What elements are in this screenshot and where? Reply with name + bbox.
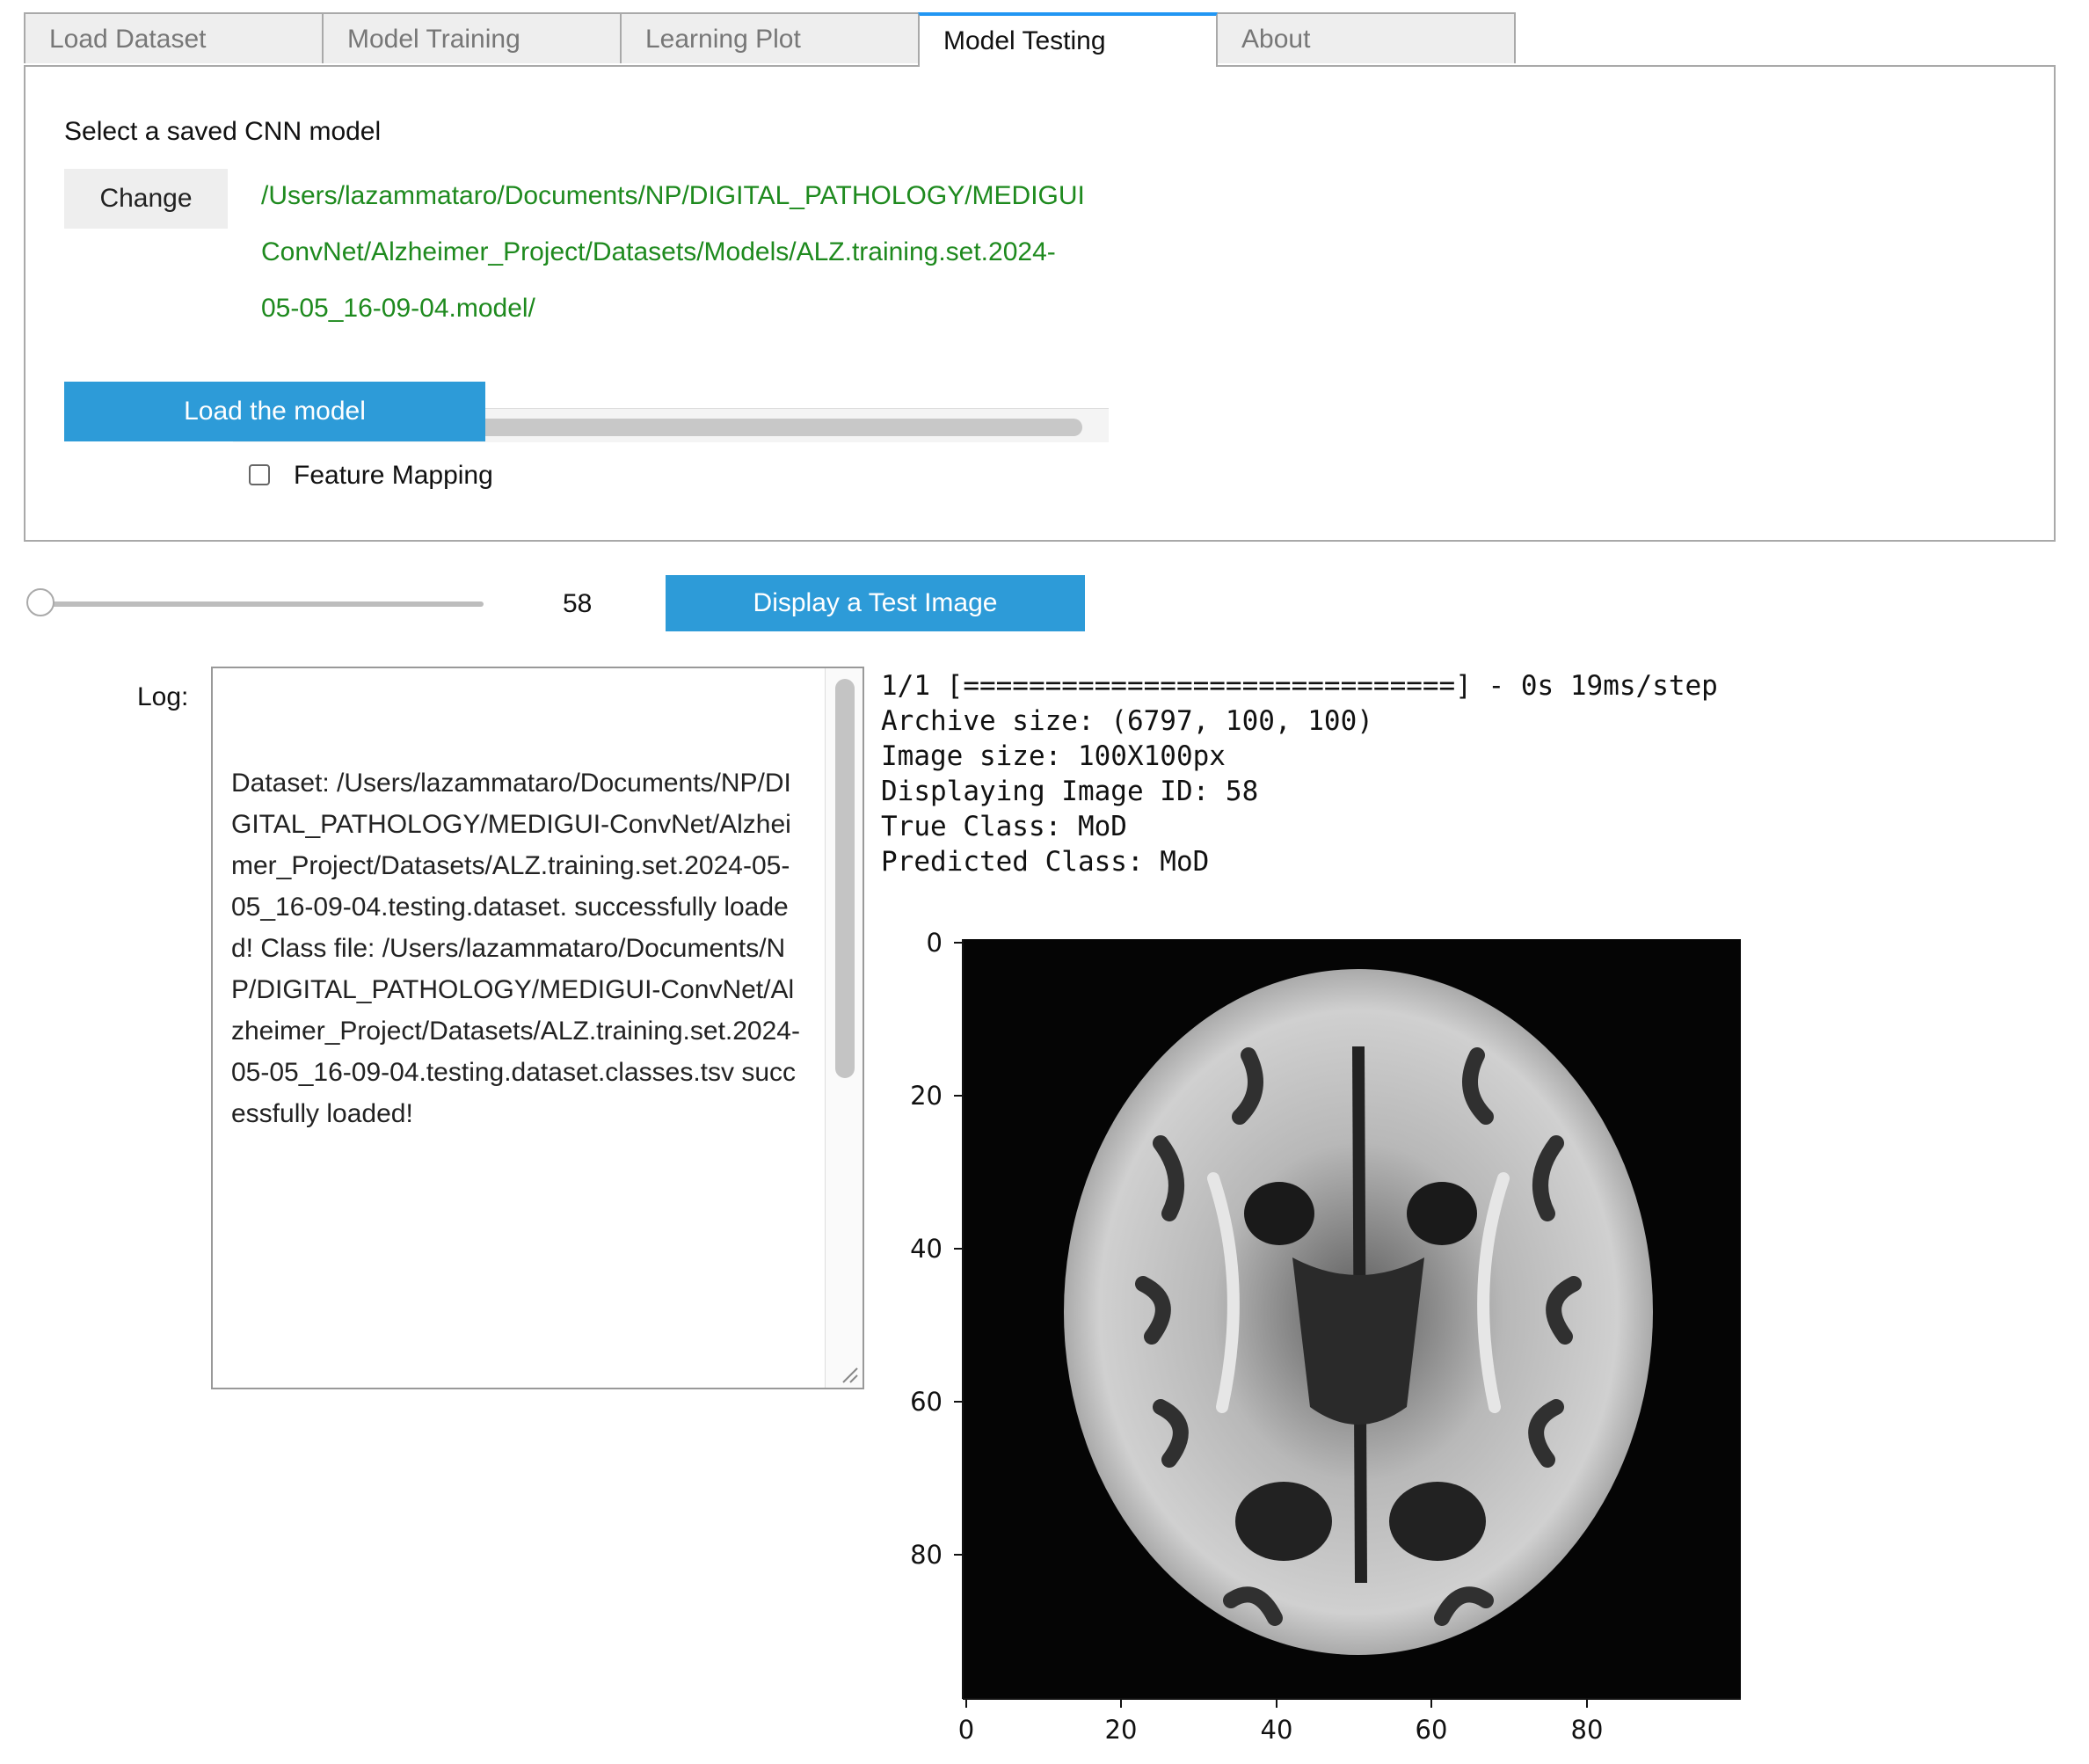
log-text: Dataset: /Users/lazammataro/Documents/NP… bbox=[231, 769, 800, 1128]
select-model-label: Select a saved CNN model bbox=[64, 117, 382, 146]
x-tick-label: 20 bbox=[1105, 1715, 1138, 1745]
y-axis: 0 20 40 60 80 bbox=[910, 928, 963, 1570]
change-button[interactable]: Change bbox=[64, 169, 228, 229]
tab-model-training[interactable]: Model Training bbox=[322, 12, 622, 63]
slider-value: 58 bbox=[563, 589, 593, 618]
x-axis: 0 20 40 60 80 bbox=[958, 1699, 1604, 1745]
y-tick-label: 60 bbox=[910, 1387, 943, 1417]
output-line-image-size: Image size: 100X100px bbox=[881, 740, 1226, 772]
x-tick-label: 40 bbox=[1261, 1715, 1293, 1745]
x-tick-label: 80 bbox=[1571, 1715, 1604, 1745]
model-path-line-1: /Users/lazammataro/Documents/NP/DIGITAL_… bbox=[261, 181, 1085, 210]
output-line-image-id: Displaying Image ID: 58 bbox=[881, 776, 1259, 807]
y-tick-label: 0 bbox=[927, 928, 943, 958]
model-path-line-3: 05-05_16-09-04.model/ bbox=[261, 294, 535, 323]
tab-about[interactable]: About bbox=[1216, 12, 1516, 63]
model-testing-panel: Select a saved CNN model Change /Users/l… bbox=[24, 65, 2056, 542]
log-vertical-scrollbar[interactable] bbox=[825, 668, 863, 1388]
model-path-line-2: ConvNet/Alzheimer_Project/Datasets/Model… bbox=[261, 237, 1056, 266]
log-textarea[interactable]: Dataset: /Users/lazammataro/Documents/NP… bbox=[211, 667, 864, 1389]
feature-mapping-label: Feature Mapping bbox=[294, 461, 493, 490]
feature-mapping-checkbox[interactable] bbox=[249, 464, 270, 485]
load-model-button[interactable]: Load the model bbox=[64, 382, 485, 441]
output-line-predicted-class: Predicted Class: MoD bbox=[881, 846, 1210, 878]
y-tick-label: 20 bbox=[910, 1081, 943, 1111]
output-line-archive-size: Archive size: (6797, 100, 100) bbox=[881, 705, 1373, 737]
resize-grip-icon[interactable] bbox=[840, 1365, 859, 1384]
y-tick-label: 80 bbox=[910, 1540, 943, 1570]
image-id-slider-handle[interactable] bbox=[26, 588, 55, 616]
tab-load-dataset[interactable]: Load Dataset bbox=[24, 12, 324, 63]
x-tick-label: 60 bbox=[1416, 1715, 1448, 1745]
x-tick-label: 0 bbox=[958, 1715, 974, 1745]
tab-bar: Load Dataset Model Training Learning Plo… bbox=[24, 12, 1516, 67]
y-tick-label: 40 bbox=[910, 1234, 943, 1264]
tab-model-testing[interactable]: Model Testing bbox=[918, 12, 1218, 67]
tab-learning-plot[interactable]: Learning Plot bbox=[620, 12, 920, 63]
image-id-slider-track[interactable] bbox=[40, 601, 484, 607]
output-line-progress: 1/1 [==============================] - 0… bbox=[881, 670, 1718, 702]
output-line-true-class: True Class: MoD bbox=[881, 811, 1127, 842]
display-test-image-button[interactable]: Display a Test Image bbox=[666, 575, 1085, 631]
log-label: Log: bbox=[137, 682, 189, 711]
log-scrollbar-thumb[interactable] bbox=[835, 679, 855, 1078]
test-image-plot: 0 20 40 60 80 0 20 40 60 80 bbox=[910, 928, 1741, 1745]
brain-mri-slice-icon bbox=[1064, 969, 1653, 1655]
